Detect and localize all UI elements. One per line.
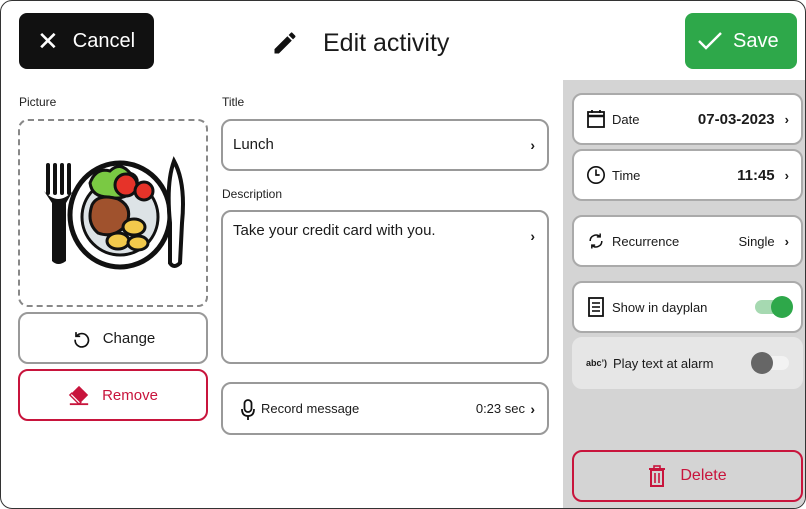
chevron-right-icon: › [784, 111, 789, 127]
record-message-button[interactable]: Record message 0:23 sec › [221, 382, 549, 435]
undo-icon [74, 332, 90, 348]
recurrence-value: Single [738, 233, 775, 249]
text-to-speech-icon: abc’) [586, 358, 608, 368]
time-row[interactable]: Time 11:45 › [572, 149, 803, 201]
eraser-icon [68, 385, 89, 406]
show-in-dayplan-row[interactable]: Show in dayplan [572, 281, 803, 333]
title-value: Lunch [233, 136, 274, 153]
title-field[interactable]: Lunch › [221, 119, 549, 171]
chevron-right-icon: › [784, 233, 789, 249]
pencil-icon [274, 32, 296, 54]
picture-frame[interactable] [18, 119, 208, 307]
play-text-at-alarm-row[interactable]: abc’) Play text at alarm [572, 337, 803, 389]
cancel-button[interactable]: ✕ Cancel [19, 13, 154, 69]
repeat-icon [586, 231, 606, 251]
remove-label: Remove [102, 386, 158, 404]
play-text-toggle[interactable] [751, 352, 789, 374]
chevron-right-icon: › [784, 167, 789, 183]
delete-button[interactable]: Delete [572, 450, 803, 502]
plate-with-fork-and-knife-icon [44, 156, 185, 270]
close-icon: ✕ [37, 26, 59, 56]
chevron-right-icon: › [530, 401, 535, 417]
title-label: Title [222, 95, 245, 109]
description-field[interactable]: Take your credit card with you. › [221, 210, 549, 364]
time-label: Time [612, 167, 641, 183]
picture-label: Picture [19, 95, 57, 109]
record-duration: 0:23 sec [475, 401, 525, 416]
recurrence-row[interactable]: Recurrence Single › [572, 215, 803, 267]
calendar-icon [586, 109, 606, 129]
document-list-icon [586, 297, 606, 317]
date-label: Date [612, 111, 640, 127]
microphone-icon [241, 399, 255, 420]
chevron-right-icon: › [530, 228, 535, 244]
clock-icon [586, 164, 606, 186]
show-in-dayplan-label: Show in dayplan [612, 299, 708, 315]
date-value: 07-03-2023 [697, 110, 775, 128]
cancel-label: Cancel [72, 29, 136, 52]
checkmark-icon [698, 32, 722, 50]
edit-activity-screen: ✕ Cancel Edit activity Save Picture Chan… [0, 0, 806, 509]
change-picture-button[interactable]: Change [18, 312, 208, 364]
trash-icon [649, 465, 666, 487]
time-value: 11:45 [737, 166, 775, 184]
change-label: Change [102, 329, 156, 347]
recurrence-label: Recurrence [612, 233, 680, 249]
description-label: Description [222, 187, 283, 201]
save-button[interactable]: Save [685, 13, 797, 69]
show-in-dayplan-toggle[interactable] [755, 296, 793, 318]
toggle-knob [751, 352, 773, 374]
record-label: Record message [261, 401, 360, 416]
chevron-right-icon: › [530, 137, 535, 153]
page-title: Edit activity [271, 23, 449, 63]
page-title-text: Edit activity [323, 28, 450, 57]
date-row[interactable]: Date 07-03-2023 › [572, 93, 803, 145]
delete-label: Delete [680, 467, 727, 484]
description-value: Take your credit card with you. [233, 222, 436, 239]
save-label: Save [733, 29, 779, 52]
play-text-label: Play text at alarm [613, 355, 714, 371]
toggle-knob [771, 296, 793, 318]
remove-picture-button[interactable]: Remove [18, 369, 208, 421]
